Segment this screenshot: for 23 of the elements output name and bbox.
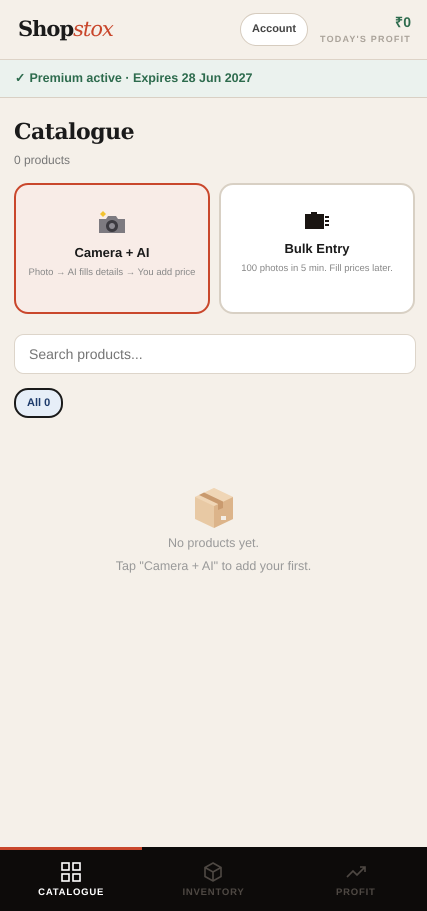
- logo: Shopstox: [18, 15, 113, 44]
- grid-icon: [60, 860, 82, 883]
- profit-label: TODAY'S PROFIT: [320, 33, 411, 46]
- filter-chip[interactable]: All 0: [14, 388, 64, 418]
- account-button[interactable]: Account: [240, 13, 308, 46]
- search-field[interactable]: Search products...: [14, 334, 416, 374]
- empty-hint: Tap "Camera + AI" to add your first.: [116, 558, 312, 575]
- profit-value: ₹0: [394, 13, 411, 32]
- entry-card[interactable]: Bulk Entry 100 photos in 5 min. Fill prices later.: [219, 182, 415, 314]
- card-title: Bulk Entry: [284, 240, 350, 258]
- product-count: 0 products: [14, 152, 72, 169]
- premium-banner: ✓ Premium active · Expires 28 Jun 2027: [0, 60, 427, 98]
- box-icon: [192, 486, 234, 530]
- film-icon: [304, 210, 330, 231]
- page-title: Catalogue: [14, 118, 136, 147]
- card-title: Camera + AI: [74, 244, 150, 262]
- camera-icon: [97, 210, 127, 235]
- card-description: Photo → AI fills details → You add price: [28, 266, 196, 280]
- nav-tab[interactable]: CATALOGUE: [0, 847, 142, 911]
- card-description: 100 photos in 5 min. Fill prices later.: [241, 262, 393, 276]
- entry-card[interactable]: Camera + AI Photo → AI fills details → You add price: [14, 182, 210, 314]
- empty-title: No products yet.: [168, 535, 259, 552]
- cube-icon: [202, 860, 224, 883]
